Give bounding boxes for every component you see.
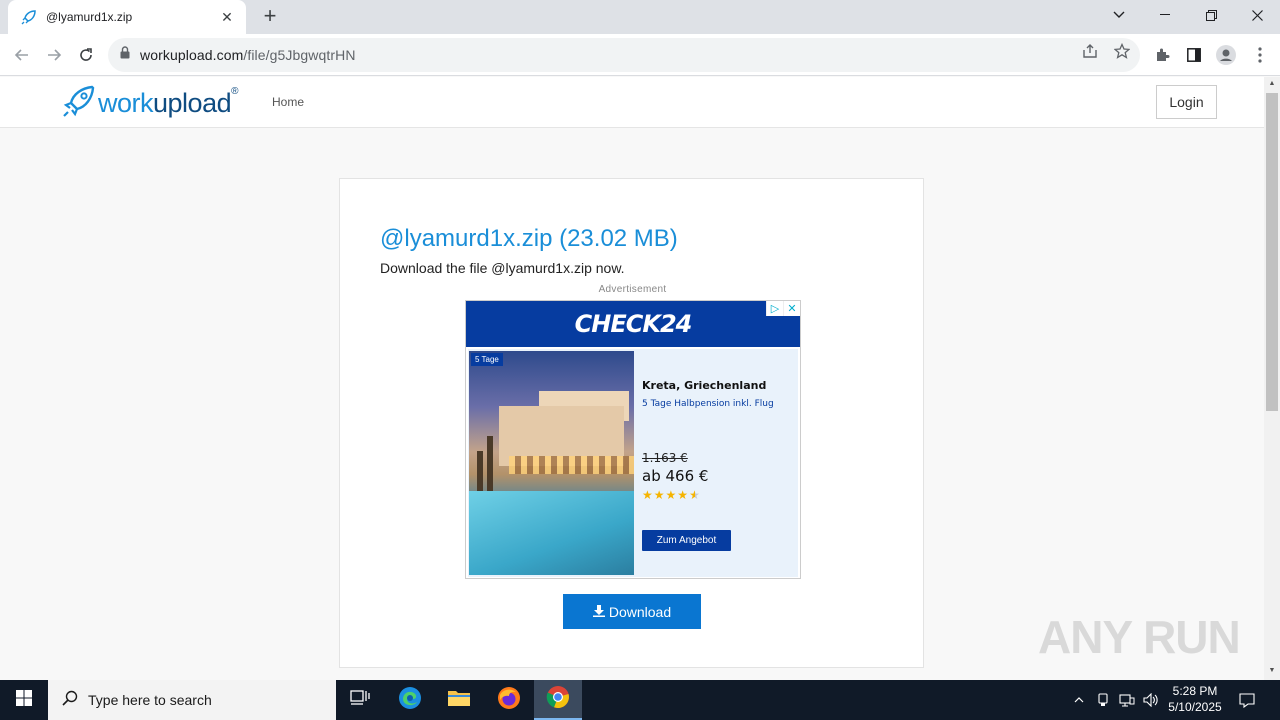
tray-overflow-chevron-icon[interactable] [1070,680,1088,720]
photo-palm [487,436,493,496]
photo-pool [469,491,634,575]
file-description: Download the file @lyamurd1x.zip now. [380,260,625,276]
anyrun-watermark: ANY RUN [1038,611,1241,663]
forward-button[interactable] [40,41,68,69]
taskbar-chrome[interactable] [534,680,582,720]
url-host: workupload.com [140,47,244,63]
ad-body[interactable]: 5 Tage Kreta, Griechenland 5 Tage Halbpe… [468,349,798,577]
ad-brand-logo: CHECK24 [574,310,693,338]
clock-time: 5:28 PM [1172,684,1218,698]
logo-registered-mark: ® [231,86,239,97]
ad-price: ab 466 € [642,467,709,485]
workupload-logo[interactable]: workupload ® [62,84,238,123]
site-header: workupload ® Home Login [0,77,1264,128]
star-icon: ★ [665,488,678,502]
back-button[interactable] [8,41,36,69]
scroll-up-arrow-icon[interactable]: ▲ [1264,77,1280,91]
taskbar-search[interactable]: Type here to search [48,680,336,720]
restore-button[interactable] [1188,0,1234,30]
ad-cta-button[interactable]: Zum Angebot [642,530,731,551]
rocket-icon [20,8,38,26]
file-card: @lyamurd1x.zip (23.02 MB) Download the f… [339,178,924,668]
url-path: /file/g5JbgwqtrHN [243,47,356,63]
chrome-icon [546,685,570,714]
folder-icon [447,688,471,713]
address-bar[interactable]: workupload.com/file/g5JbgwqtrHN [108,38,1140,72]
advertisement-banner[interactable]: CHECK24 ▷ ✕ 5 Tage Kreta, Griechenland 5… [465,300,801,579]
ad-header: CHECK24 ▷ ✕ [466,301,800,347]
search-icon [62,690,78,711]
new-tab-button[interactable]: + [258,5,282,29]
close-window-button[interactable] [1234,0,1280,30]
menu-kebab-icon[interactable] [1250,45,1270,65]
ad-badges: ▷ ✕ [766,301,800,316]
browser-toolbar: workupload.com/file/g5JbgwqtrHN [0,34,1280,76]
browser-tab-strip: @lyamurd1x.zip ✕ + [0,0,1280,34]
tray-device-icon[interactable] [1094,680,1112,720]
ad-title: Kreta, Griechenland [642,379,767,392]
taskbar-edge[interactable] [386,680,434,720]
clock-date: 5/10/2025 [1168,700,1222,714]
scroll-down-arrow-icon[interactable]: ▼ [1264,664,1280,678]
tab-search-icon[interactable] [1096,0,1142,30]
photo-palm [477,451,483,496]
url-text: workupload.com/file/g5JbgwqtrHN [140,47,356,63]
login-button[interactable]: Login [1156,85,1217,119]
advertisement-label: Advertisement [598,284,667,295]
edge-icon [398,686,422,715]
rocket-logo-icon [62,84,96,123]
page-scrollbar[interactable]: ▲ ▼ [1264,77,1280,680]
profile-avatar-icon[interactable] [1216,45,1236,65]
half-star-icon: ★ [689,488,701,502]
star-icon: ★ [642,488,654,502]
photo-lights [509,456,634,474]
windows-logo-icon [16,689,32,711]
firefox-icon [497,686,521,715]
taskbar-clock[interactable]: 5:28 PM 5/10/2025 [1160,683,1230,715]
logo-wordmark: workupload [98,88,232,119]
web-page: workupload ® Home Login @lyamurd1x.zip (… [0,77,1264,680]
download-button[interactable]: Download [563,594,701,629]
logo-prefix: work [98,88,154,118]
ad-old-price: 1.163 € [642,451,688,465]
adchoices-icon[interactable]: ▷ [766,301,783,316]
download-icon [592,604,605,620]
taskbar-firefox[interactable] [485,680,533,720]
windows-taskbar: Type here to search 5:28 PM 5/10/2025 [0,680,1280,720]
side-panel-icon[interactable] [1184,45,1204,65]
notifications-icon[interactable] [1236,680,1258,720]
reload-button[interactable] [72,41,100,69]
task-view-icon [350,689,370,711]
browser-tab[interactable]: @lyamurd1x.zip ✕ [8,0,246,34]
star-icon: ★ [653,488,666,502]
download-label: Download [608,603,672,620]
volume-icon[interactable] [1141,680,1161,720]
ad-photo-tag: 5 Tage [471,353,503,366]
tab-title: @lyamurd1x.zip [46,10,133,24]
search-placeholder: Type here to search [88,692,212,708]
scroll-thumb[interactable] [1266,93,1278,411]
bookmark-star-icon[interactable] [1113,42,1131,60]
extensions-icon[interactable] [1152,45,1172,65]
share-icon[interactable] [1081,42,1099,60]
ad-rating-stars: ★★★★★ [642,488,701,502]
file-title: @lyamurd1x.zip (23.02 MB) [380,225,678,252]
network-icon[interactable] [1117,680,1137,720]
logo-suffix: upload [153,88,232,118]
ad-subtitle: 5 Tage Halbpension inkl. Flug [642,399,774,409]
minimize-button[interactable] [1142,0,1188,30]
start-button[interactable] [0,680,48,720]
tab-close-icon[interactable]: ✕ [218,9,236,26]
taskbar-file-explorer[interactable] [435,680,483,720]
task-view-button[interactable] [336,680,384,720]
ad-hotel-photo[interactable]: 5 Tage [469,351,634,575]
nav-home-link[interactable]: Home [272,95,304,109]
ad-close-icon[interactable]: ✕ [783,301,800,316]
star-icon: ★ [677,488,690,502]
lock-icon[interactable] [120,46,130,64]
